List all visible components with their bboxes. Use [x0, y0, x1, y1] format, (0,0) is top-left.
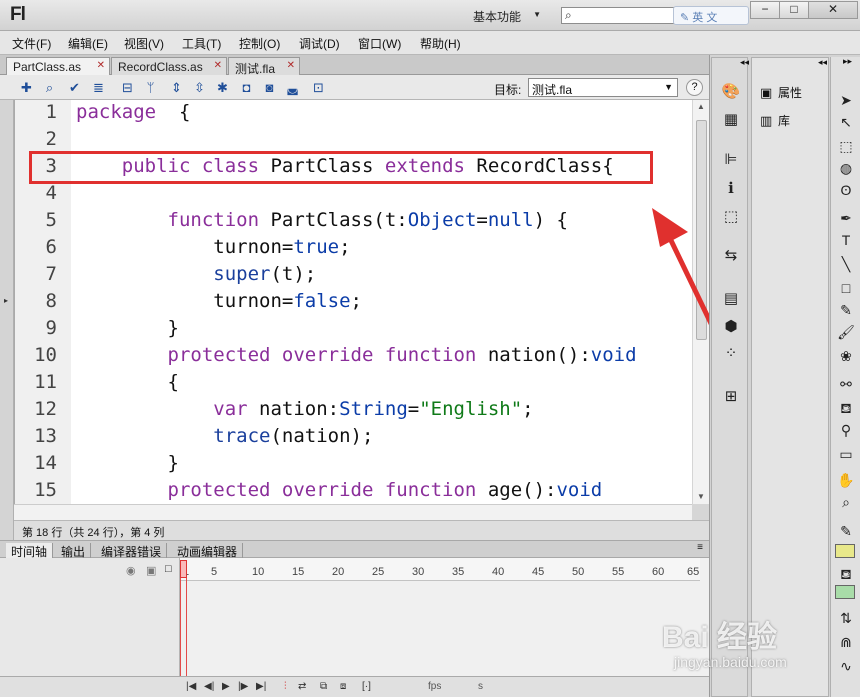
- transform-icon[interactable]: ⬚: [721, 207, 741, 227]
- properties-library-column: ◂◂ ▣ 属性 ▥ 库: [751, 57, 829, 697]
- color-panel-icon[interactable]: 🎨: [721, 82, 741, 102]
- lasso-tool-icon[interactable]: ʘ: [836, 181, 856, 199]
- frame-number: 40: [492, 566, 505, 578]
- properties-label: 属性: [778, 86, 803, 100]
- frame-number: 60: [652, 566, 665, 578]
- step-back-icon[interactable]: ◀|: [204, 681, 214, 692]
- frame-number: 10: [252, 566, 265, 578]
- seconds-label: s: [478, 681, 483, 692]
- go-to-last-frame-icon[interactable]: ▶|: [256, 681, 266, 692]
- swatches-icon[interactable]: ▦: [721, 110, 741, 130]
- frame-ruler[interactable]: 1 5 10 15 20 25 30 35 40 45 50 55 60 65: [180, 558, 700, 581]
- library-icon: ▥: [760, 113, 773, 128]
- modify-markers-icon[interactable]: [·]: [362, 681, 371, 692]
- swap-colors-icon[interactable]: ⇅: [836, 609, 856, 627]
- frame-number: 50: [572, 566, 585, 578]
- go-to-first-frame-icon[interactable]: |◀: [186, 681, 196, 692]
- onion-skin-icon[interactable]: ⫶: [284, 681, 287, 692]
- frame-number: 55: [612, 566, 625, 578]
- fill-color-icon[interactable]: ⛾: [836, 565, 856, 583]
- code-snippets-icon[interactable]: ⇆: [721, 246, 741, 266]
- smooth-icon[interactable]: ∿: [836, 657, 856, 675]
- watermark-main: Bai 经验: [662, 621, 778, 654]
- panel-icon-column: ◂◂ 🎨 ▦ ⊫ ℹ ⬚ ⇆ ▤ ⬢ ⁘ ⊞: [711, 57, 749, 697]
- line-tool-icon[interactable]: ╲: [836, 255, 856, 273]
- info-icon[interactable]: ℹ: [721, 179, 741, 199]
- text-tool-icon[interactable]: T: [836, 231, 856, 249]
- step-forward-icon[interactable]: |▶: [238, 681, 248, 692]
- tools-panel: ▸▸ ➤ ↖ ⬚ ◍ ʘ ✒ T ╲ □ ✎ 🖌 ❀ ⚯ ⛾ ⚲ ▭ ✋ ⌕ ✎…: [830, 56, 860, 697]
- frame-number: 20: [332, 566, 345, 578]
- paint-bucket-tool-icon[interactable]: ⛾: [836, 399, 856, 417]
- lock-icon[interactable]: ▣: [146, 564, 156, 577]
- collapse-panel-icon[interactable]: ◂◂: [740, 57, 749, 68]
- subselection-tool-icon[interactable]: ↖: [836, 113, 856, 131]
- play-icon[interactable]: ▶: [222, 681, 230, 692]
- free-transform-tool-icon[interactable]: ⬚: [836, 137, 856, 155]
- hand-tool-icon[interactable]: ✋: [836, 471, 856, 489]
- watermark-url: jingyan.baidu.com: [674, 654, 787, 670]
- selection-tool-icon[interactable]: ➤: [836, 91, 856, 109]
- brush-tool-icon[interactable]: 🖌: [836, 323, 856, 341]
- properties-panel-link[interactable]: ▣ 属性: [760, 84, 802, 101]
- stroke-color-swatch[interactable]: [835, 544, 855, 558]
- eyedropper-tool-icon[interactable]: ⚲: [836, 421, 856, 439]
- actions-icon[interactable]: ▤: [721, 289, 741, 309]
- movie-explorer-icon[interactable]: ⊞: [721, 387, 741, 407]
- frame-number: 45: [532, 566, 545, 578]
- align-icon[interactable]: ⊫: [721, 150, 741, 170]
- library-panel-link[interactable]: ▥ 库: [760, 112, 790, 129]
- timeline-tabs: 时间轴 输出 编译器错误 动画编辑器 ≡: [0, 540, 709, 560]
- snap-to-objects-icon[interactable]: ⋒: [836, 633, 856, 651]
- stroke-color-icon[interactable]: ✎: [836, 522, 856, 540]
- layers-area[interactable]: ◉ ▣ □: [0, 558, 180, 676]
- eye-icon[interactable]: ◉: [126, 564, 136, 577]
- pen-tool-icon[interactable]: ✒: [836, 209, 856, 227]
- onion-outline-icon[interactable]: ⧉: [320, 681, 327, 692]
- frame-number: 30: [412, 566, 425, 578]
- 3d-rotation-tool-icon[interactable]: ◍: [836, 159, 856, 177]
- fill-color-swatch[interactable]: [835, 585, 855, 599]
- rectangle-tool-icon[interactable]: □: [836, 279, 856, 297]
- eraser-tool-icon[interactable]: ▭: [836, 445, 856, 463]
- deco-tool-icon[interactable]: ❀: [836, 347, 856, 365]
- frame-number: 65: [687, 566, 700, 578]
- outline-icon[interactable]: □: [165, 563, 172, 575]
- playhead-handle[interactable]: [180, 560, 187, 578]
- loop-icon[interactable]: ⇄: [298, 681, 306, 692]
- edit-multiple-frames-icon[interactable]: ⧈: [340, 681, 346, 692]
- properties-icon: ▣: [760, 85, 773, 100]
- frame-number: 25: [372, 566, 385, 578]
- pencil-tool-icon[interactable]: ✎: [836, 301, 856, 319]
- frame-number: 15: [292, 566, 305, 578]
- motion-presets-icon[interactable]: ⁘: [721, 344, 741, 364]
- frame-number: 35: [452, 566, 465, 578]
- library-label: 库: [778, 114, 791, 128]
- frame-number: 5: [211, 566, 218, 578]
- timeline-panel: ◉ ▣ □ 1 5 10 15 20 25 30 35 40 45 50 55 …: [0, 558, 709, 676]
- collapse-panel-icon[interactable]: ▸▸: [843, 56, 852, 67]
- collapse-panel-icon[interactable]: ◂◂: [818, 57, 827, 68]
- timeline-controls: |◀ ◀| ▶ |▶ ▶| ⫶ ⇄ ⧉ ⧈ [·] fps s: [0, 676, 709, 697]
- zoom-tool-icon[interactable]: ⌕: [836, 493, 856, 511]
- bone-tool-icon[interactable]: ⚯: [836, 375, 856, 393]
- playhead[interactable]: [180, 560, 187, 676]
- panel-menu-icon[interactable]: ≡: [697, 542, 703, 553]
- baidu-watermark: Bai 经验 jingyan.baidu.com: [662, 612, 822, 682]
- components-icon[interactable]: ⬢: [721, 317, 741, 337]
- fps-label: fps: [428, 681, 442, 692]
